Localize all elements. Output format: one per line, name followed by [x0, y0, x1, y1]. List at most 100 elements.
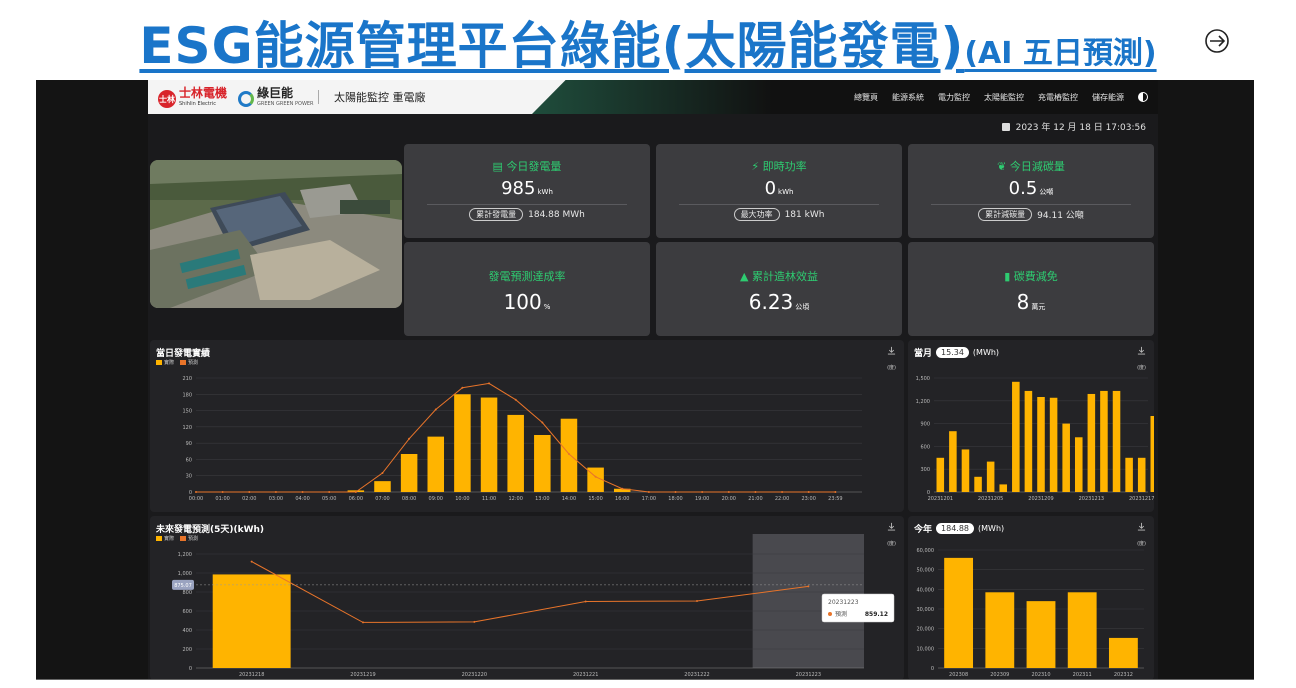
bar [1049, 397, 1058, 492]
nav-item-overview[interactable]: 總覽頁 [854, 92, 878, 103]
y-tick-label: 300 [920, 467, 930, 473]
datetime-text: 2023 年 12 月 18 日 17:03:56 [1015, 123, 1146, 133]
nav-menu: 總覽頁 能源系統 電力監控 太陽能監控 充電樁監控 儲存能源 [854, 80, 1148, 114]
y-tick-label: 120 [182, 425, 192, 431]
x-tick-label: 12:00 [508, 496, 522, 502]
bar [1150, 416, 1154, 492]
plug-icon: ⚡ [751, 160, 763, 173]
green-power-logo-mark [238, 91, 254, 107]
theme-toggle-icon[interactable] [1138, 92, 1148, 102]
x-tick-label: 13:00 [535, 496, 549, 502]
x-tick-label: 08:00 [402, 496, 416, 502]
forecast-point [362, 621, 364, 624]
y-tick-label: 90 [186, 441, 192, 447]
logo1-tagline: Shihlin Electric [179, 101, 216, 107]
y-tick-label: 1,000 [178, 571, 192, 577]
kpi-instant-power-unit: kWh [778, 188, 794, 196]
kpi-forest-benefit: ▲ 累計造林效益 6.23 公頃 [656, 242, 902, 336]
logo1-name: 士林電機 [179, 86, 228, 100]
tooltip-series: 預測 [835, 610, 847, 618]
bar [1137, 457, 1146, 492]
y-tick-label: 0 [931, 666, 934, 672]
green-power-logo[interactable]: 綠巨能 GREEN GREEN POWER [238, 87, 314, 110]
forecast-point [584, 600, 587, 603]
bar [1108, 637, 1138, 668]
site-aerial-photo [150, 160, 402, 308]
shihlin-logo[interactable]: 士林 士林電機 Shihlin Electric [158, 86, 228, 110]
y-tick-label: 600 [920, 444, 930, 450]
forecast-point [328, 491, 331, 493]
forecast-point [727, 491, 730, 493]
y-tick-label: 150 [182, 409, 192, 415]
nav-brand: 士林 士林電機 Shihlin Electric 綠巨能 GREEN GREEN P… [148, 80, 568, 114]
panel-month: 當月 15.34 (MWh) (度) 0 300 600 900 1,200 1,500 202… [908, 340, 1154, 512]
y-tick-label: 30,000 [917, 607, 935, 613]
kpi-max-power-value: 181 kWh [784, 209, 825, 220]
x-tick-label: 22:00 [775, 496, 789, 502]
x-tick-label: 20231219 [350, 672, 375, 678]
nav-item-energy-system[interactable]: 能源系統 [892, 92, 924, 103]
bar [961, 449, 970, 492]
bar [974, 476, 982, 492]
forecast-point [221, 491, 224, 493]
bar [944, 557, 974, 668]
y-tick-label: 1,200 [916, 399, 930, 405]
forecast-point [647, 491, 650, 493]
y-tick-label: 50,000 [917, 568, 935, 574]
x-tick-label: 09:00 [429, 496, 443, 502]
nav-item-ev-charger[interactable]: 充電樁監控 [1038, 92, 1078, 103]
x-tick-label: 202310 [1031, 672, 1050, 678]
x-tick-label: 16:00 [615, 496, 629, 502]
kpi-forest-benefit-value: 6.23 [748, 290, 794, 314]
y-tick-label: 10,000 [917, 646, 935, 652]
nav-accent [532, 80, 772, 114]
panel-year: 今年 184.88 (MWh) (度) 0 10,000 20,000 30,000 40,… [908, 516, 1154, 679]
y-tick-label: 900 [920, 422, 930, 428]
y-tick-label: 60,000 [917, 548, 935, 554]
forecast-point [473, 620, 476, 623]
y-tick-label: 1,200 [178, 552, 192, 558]
solar-panel-icon: ▤ [492, 160, 507, 173]
forecast-point [301, 491, 304, 493]
bar [1037, 397, 1045, 492]
chart-forecast[interactable]: 0 200 400 600 800 1,000 1,200 20231218 20231219 2… [150, 516, 904, 680]
exit-arrow-icon[interactable] [1200, 24, 1234, 58]
slide-title-main: ESG能源管理平台綠能(太陽能發電) [139, 17, 965, 75]
datetime: 2023 年 12 月 18 日 17:03:56 [1001, 120, 1146, 133]
forecast-point [807, 585, 810, 588]
x-tick-label: 20231221 [573, 672, 598, 678]
tooltip-value: 859.12 [865, 611, 888, 618]
bar [427, 436, 445, 492]
kpi-fee-saving: ▮ 碳費減免 8 萬元 [908, 242, 1154, 336]
kpi-fee-saving-value: 8 [1016, 290, 1030, 314]
x-tick-label: 20231223 [796, 672, 821, 678]
site-name: 太陽能監控 重電廠 [334, 91, 426, 104]
forecast-point [514, 398, 517, 401]
x-tick-label: 04:00 [295, 496, 309, 502]
dashboard-screenshot: 士林 士林電機 Shihlin Electric 綠巨能 GREEN GREEN P… [36, 80, 1254, 680]
forecast-point [434, 408, 437, 411]
bar [1024, 390, 1033, 492]
bar [949, 431, 957, 492]
bar [480, 397, 498, 492]
x-tick-label: 21:00 [748, 496, 762, 502]
forecast-point [696, 600, 698, 603]
nav-item-solar-monitor[interactable]: 太陽能監控 [984, 92, 1024, 103]
x-tick-label: 20231222 [684, 672, 709, 678]
nav-item-power-monitor[interactable]: 電力監控 [938, 92, 970, 103]
y-tick-label: 400 [182, 628, 192, 634]
x-tick-label: 10:00 [455, 496, 469, 502]
nav-item-energy-storage[interactable]: 儲存能源 [1092, 92, 1124, 103]
forecast-point [354, 491, 357, 493]
bar [986, 461, 995, 492]
x-tick-label: 02:00 [242, 496, 256, 502]
bar [1067, 592, 1097, 668]
x-tick-label: 202312 [1114, 672, 1133, 678]
y-tick-label: 40,000 [917, 587, 935, 593]
tree-icon: ▲ [740, 270, 752, 283]
x-tick-label: 14:00 [562, 496, 576, 502]
bar [1012, 381, 1020, 492]
dashboard: 士林 士林電機 Shihlin Electric 綠巨能 GREEN GREEN P… [148, 80, 1158, 680]
chart-month: 03006009001,2001,50020231201 20231205 2023… [916, 376, 1154, 502]
bar [1125, 457, 1133, 492]
